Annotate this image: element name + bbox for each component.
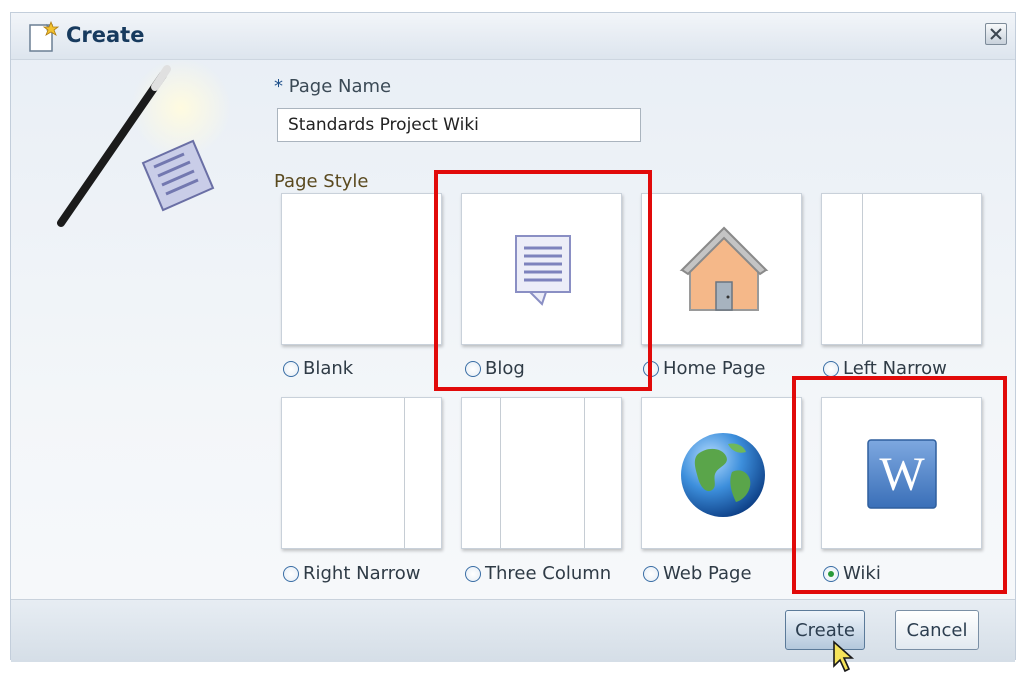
create-dialog: Create * Page Name Page Style: [10, 12, 1016, 662]
dialog-title: Create: [66, 23, 145, 47]
required-marker: *: [274, 76, 283, 97]
style-label-three-column: Three Column: [485, 563, 612, 584]
style-tile-right-narrow[interactable]: [281, 397, 442, 549]
radio-three-column[interactable]: [465, 565, 481, 582]
style-tile-web-page[interactable]: [641, 397, 802, 549]
style-tile-home-page[interactable]: [641, 193, 802, 345]
style-option-right-narrow[interactable]: Right Narrow: [283, 563, 420, 584]
style-label-right-narrow: Right Narrow: [303, 563, 421, 584]
style-label-home-page: Home Page: [663, 358, 766, 379]
style-option-blank[interactable]: Blank: [283, 358, 353, 379]
page-name-input[interactable]: [277, 108, 641, 142]
layout-divider: [404, 398, 405, 548]
style-tile-blank[interactable]: [281, 193, 442, 345]
page-name-label-text: Page Name: [288, 76, 392, 97]
layout-divider: [584, 398, 585, 548]
highlight-box-wiki: [792, 376, 1007, 594]
create-page-icon: [29, 21, 60, 52]
radio-blank[interactable]: [283, 360, 299, 377]
close-icon: [990, 28, 1002, 40]
style-tile-three-column[interactable]: [461, 397, 622, 549]
highlight-box-blog: [434, 170, 652, 391]
layout-divider: [500, 398, 501, 548]
layout-divider: [862, 194, 863, 344]
style-tile-left-narrow[interactable]: [821, 193, 982, 345]
radio-web-page[interactable]: [643, 565, 659, 582]
cancel-button[interactable]: Cancel: [895, 610, 979, 650]
page-style-label: Page Style: [274, 171, 369, 192]
globe-icon: [681, 433, 765, 517]
radio-left-narrow[interactable]: [823, 360, 839, 377]
house-icon: [679, 226, 769, 311]
style-option-web-page[interactable]: Web Page: [643, 563, 752, 584]
page-name-label: * Page Name: [274, 76, 391, 97]
mouse-pointer-icon: [833, 640, 855, 673]
style-label-web-page: Web Page: [663, 563, 752, 584]
close-button[interactable]: [985, 23, 1007, 45]
magic-wand-document-icon: [57, 58, 231, 227]
radio-right-narrow[interactable]: [283, 565, 299, 582]
style-option-three-column[interactable]: Three Column: [465, 563, 611, 584]
style-option-home-page[interactable]: Home Page: [643, 358, 765, 379]
style-label-blank: Blank: [303, 358, 354, 379]
